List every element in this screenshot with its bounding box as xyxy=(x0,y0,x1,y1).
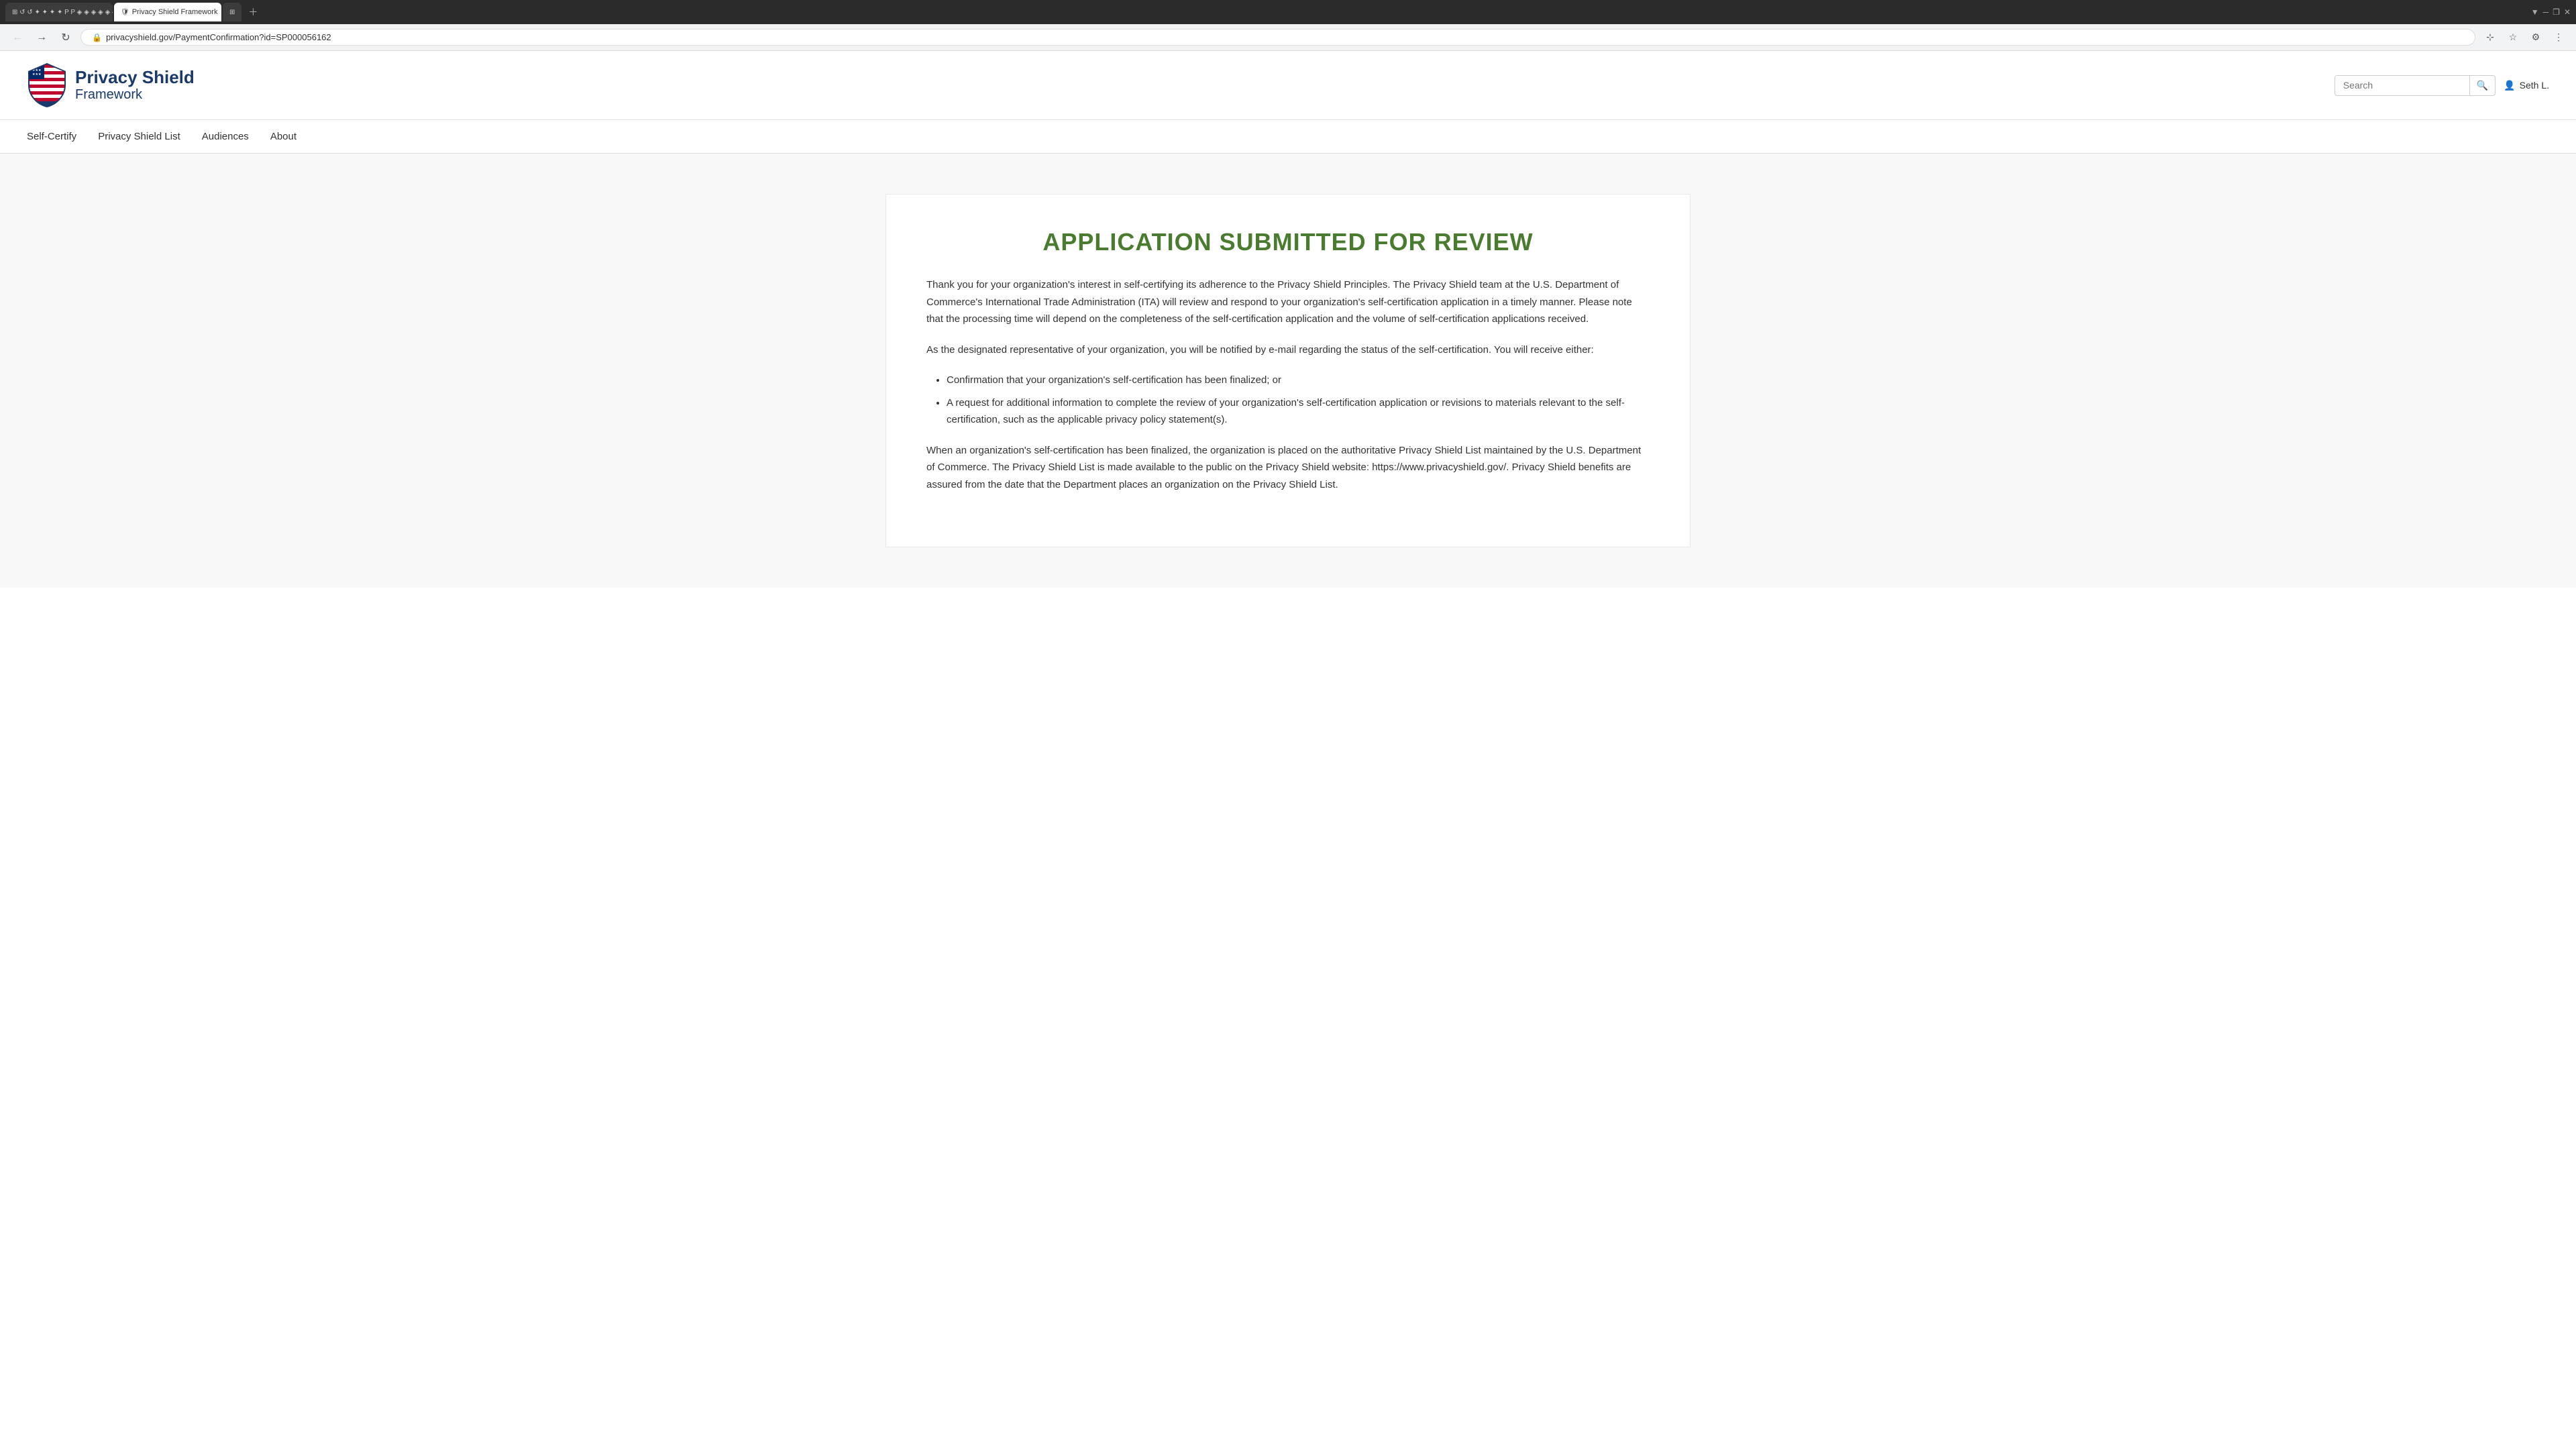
nav-item-about[interactable]: About xyxy=(270,120,297,153)
bullet-item-2: A request for additional information to … xyxy=(947,394,1650,429)
nav-list: Self-Certify Privacy Shield List Audienc… xyxy=(27,120,2549,153)
paragraph-2: As the designated representative of your… xyxy=(926,341,1650,359)
browser-active-tab[interactable]: 🛡 Privacy Shield Framework ✕ xyxy=(114,3,221,21)
user-label: Seth L. xyxy=(2520,80,2549,91)
paragraph-1: Thank you for your organization's intere… xyxy=(926,276,1650,328)
new-tab-button[interactable]: ＋ xyxy=(248,5,258,19)
search-button[interactable]: 🔍 xyxy=(2469,76,2495,95)
browser-toolbar-icons: ⊹ ☆ ⚙ ⋮ xyxy=(2481,28,2568,47)
logo-title-line2: Framework xyxy=(75,87,195,103)
close-button[interactable]: ✕ xyxy=(2564,7,2571,17)
logo-area: ★★★ ★★★ Privacy Shield Framework xyxy=(27,62,195,109)
header-right: 🔍 👤 Seth L. xyxy=(2334,75,2549,96)
nav-item-privacy-shield-list[interactable]: Privacy Shield List xyxy=(98,120,180,153)
browser-chrome: ⊞ ↺ ↺ ✦ ✦ ✦ ✦ P P ◈ ◈ ◈ ◈ ◈ ◈ ✦ ⊞ A ⊟ A … xyxy=(0,0,2576,51)
search-input[interactable] xyxy=(2335,76,2469,95)
bookmark-icon[interactable]: ☆ xyxy=(2504,28,2522,47)
minimize-button[interactable]: ─ xyxy=(2543,7,2549,17)
nav-link-privacy-shield-list[interactable]: Privacy Shield List xyxy=(98,120,180,153)
nav-item-self-certify[interactable]: Self-Certify xyxy=(27,120,76,153)
browser-tabs: ⊞ ↺ ↺ ✦ ✦ ✦ ✦ P P ◈ ◈ ◈ ◈ ◈ ◈ ✦ ⊞ A ⊟ A … xyxy=(0,0,2576,24)
nav-link-self-certify[interactable]: Self-Certify xyxy=(27,120,76,153)
browser-tab-icons: ⊞ ↺ ↺ ✦ ✦ ✦ ✦ P P ◈ ◈ ◈ ◈ ◈ ◈ ✦ ⊞ A ⊟ A … xyxy=(5,3,113,21)
page-title: APPLICATION SUBMITTED FOR REVIEW xyxy=(926,228,1650,256)
user-icon: 👤 xyxy=(2504,80,2515,91)
address-bar[interactable]: 🔒 privacyshield.gov/PaymentConfirmation?… xyxy=(80,29,2475,46)
user-info[interactable]: 👤 Seth L. xyxy=(2504,80,2549,91)
tab-list-button[interactable]: ▼ xyxy=(2531,7,2539,17)
refresh-button[interactable]: ↻ xyxy=(56,28,75,47)
bullet-list: Confirmation that your organization's se… xyxy=(947,372,1650,429)
site-header: ★★★ ★★★ Privacy Shield Framework 🔍 👤 Set… xyxy=(0,51,2576,120)
logo-shield-icon: ★★★ ★★★ xyxy=(27,62,67,109)
content-box: APPLICATION SUBMITTED FOR REVIEW Thank y… xyxy=(885,194,1690,547)
share-icon[interactable]: ⊹ xyxy=(2481,28,2500,47)
back-button[interactable]: ← xyxy=(8,28,27,47)
nav-link-audiences[interactable]: Audiences xyxy=(202,120,249,153)
lock-icon: 🔒 xyxy=(92,33,102,42)
logo-title-line1: Privacy Shield xyxy=(75,68,195,87)
extensions-icon[interactable]: ⚙ xyxy=(2526,28,2545,47)
main-content: APPLICATION SUBMITTED FOR REVIEW Thank y… xyxy=(0,154,2576,588)
nav-item-audiences[interactable]: Audiences xyxy=(202,120,249,153)
menu-icon[interactable]: ⋮ xyxy=(2549,28,2568,47)
site-nav: Self-Certify Privacy Shield List Audienc… xyxy=(0,120,2576,154)
url-text: privacyshield.gov/PaymentConfirmation?id… xyxy=(106,32,331,42)
restore-button[interactable]: ❐ xyxy=(2553,7,2560,17)
svg-text:★★★: ★★★ xyxy=(32,72,42,76)
paragraph-3: When an organization's self-certificatio… xyxy=(926,442,1650,494)
search-box[interactable]: 🔍 xyxy=(2334,75,2496,96)
bullet-item-1: Confirmation that your organization's se… xyxy=(947,372,1650,389)
logo-text: Privacy Shield Framework xyxy=(75,68,195,103)
forward-button[interactable]: → xyxy=(32,28,51,47)
nav-link-about[interactable]: About xyxy=(270,120,297,153)
active-tab-label: Privacy Shield Framework xyxy=(132,8,218,16)
browser-toolbar: ← → ↻ 🔒 privacyshield.gov/PaymentConfirm… xyxy=(0,24,2576,51)
browser-tab-2[interactable]: ⊞ xyxy=(223,3,241,21)
